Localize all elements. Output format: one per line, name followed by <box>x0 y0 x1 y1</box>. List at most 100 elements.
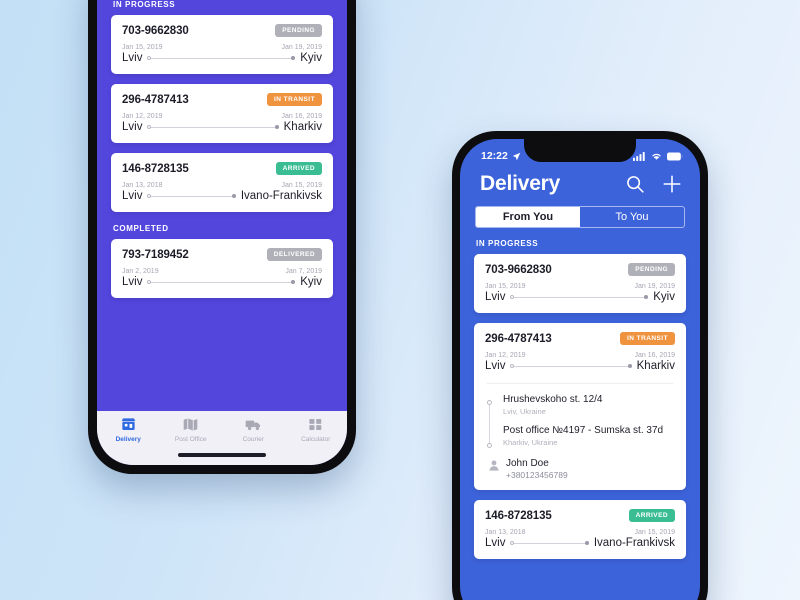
right-tab-to-you[interactable]: To You <box>580 207 684 227</box>
tracking-number: 703-9662830 <box>122 24 189 37</box>
left-section-label-completed: COMPLETED <box>113 224 169 233</box>
date-to: Jan 16, 2019 <box>634 352 675 359</box>
card-route: Lviv Kharkiv <box>122 121 322 133</box>
route-destination-dot-icon <box>291 56 296 60</box>
timeline-connector <box>489 402 490 446</box>
date-from: Jan 15, 2019 <box>122 44 163 51</box>
plus-icon[interactable] <box>662 174 682 194</box>
dropoff-address-block: Post office №4197 - Sumska st. 37d Khark… <box>503 425 675 447</box>
card-route: Lviv Kyiv <box>485 291 675 303</box>
card-dates: Jan 12, 2019 Jan 16, 2019 <box>485 352 675 359</box>
destination-city: Ivano-Frankivsk <box>240 190 322 202</box>
shipment-card[interactable]: 296-4787413 IN TRANSIT Jan 12, 2019 Jan … <box>111 84 333 143</box>
card-route: Lviv Ivano-Frankivsk <box>485 537 675 549</box>
card-dates: Jan 15, 2019 Jan 19, 2019 <box>485 283 675 290</box>
pickup-city: Lviv, Ukraine <box>503 407 546 416</box>
date-from: Jan 12, 2019 <box>485 352 526 359</box>
tracking-number: 296-4787413 <box>122 93 189 106</box>
right-section-label-in-progress: IN PROGRESS <box>476 239 539 248</box>
status-bar-time: 12:22 <box>481 150 508 162</box>
date-to: Jan 15, 2019 <box>281 182 322 189</box>
left-phone-mockup: From You To You IN PROGRESS 703-9662830 … <box>88 0 356 474</box>
search-icon[interactable] <box>625 174 645 194</box>
tabbar-item-post-office[interactable]: Post Office <box>160 417 223 465</box>
shipment-card[interactable]: 703-9662830 PENDING Jan 15, 2019 Jan 19,… <box>474 254 686 313</box>
tracking-number: 296-4787413 <box>485 332 552 345</box>
recipient-name: John Doe <box>506 458 549 469</box>
route-origin-dot-icon <box>147 280 152 284</box>
date-to: Jan 19, 2019 <box>281 44 322 51</box>
status-badge: IN TRANSIT <box>620 332 675 345</box>
date-from: Jan 12, 2019 <box>122 113 163 120</box>
date-to: Jan 16, 2019 <box>281 113 322 120</box>
shipment-card[interactable]: 146-8728135 ARRIVED Jan 13, 2018 Jan 15,… <box>111 153 333 212</box>
card-route: Lviv Ivano-Frankivsk <box>122 190 322 202</box>
right-segmented-control[interactable]: From You To You <box>475 206 685 228</box>
date-to: Jan 7, 2019 <box>285 268 322 275</box>
date-from: Jan 13, 2018 <box>122 182 163 189</box>
card-header: 703-9662830 PENDING <box>122 24 322 37</box>
route-origin-dot-icon <box>510 364 515 368</box>
location-arrow-icon <box>512 152 521 160</box>
card-header: 793-7189452 DELIVERED <box>122 248 322 261</box>
route-line <box>510 293 649 302</box>
route-origin-dot-icon <box>147 125 152 129</box>
tabbar-item-delivery[interactable]: Delivery <box>97 417 160 465</box>
status-badge: IN TRANSIT <box>267 93 322 106</box>
shipment-card[interactable]: 793-7189452 DELIVERED Jan 2, 2019 Jan 7,… <box>111 239 333 298</box>
recipient-phone: +380123456789 <box>506 470 568 480</box>
left-bottom-tabbar[interactable]: Delivery Post Office Courier Calculator <box>97 411 347 465</box>
shipment-card[interactable]: 146-8728135 ARRIVED Jan 13, 2018 Jan 15,… <box>474 500 686 559</box>
origin-city: Lviv <box>122 276 143 288</box>
recipient-block: John Doe +380123456789 <box>485 456 675 480</box>
left-shipment-list[interactable]: 703-9662830 PENDING Jan 15, 2019 Jan 19,… <box>97 15 347 212</box>
dropoff-city: Kharkiv, Ukraine <box>503 438 558 447</box>
destination-city: Kyiv <box>300 276 322 288</box>
tracking-number: 146-8728135 <box>485 509 552 522</box>
dropoff-address: Post office №4197 - Sumska st. 37d <box>503 425 664 436</box>
right-phone-mockup: 12:22 Delivery From You To You IN PROGRE… <box>452 131 708 600</box>
tabbar-item-calculator[interactable]: Calculator <box>285 417 348 465</box>
left-completed-list[interactable]: 793-7189452 DELIVERED Jan 2, 2019 Jan 7,… <box>97 239 347 298</box>
shipment-detail-timeline: Hrushevskoho st. 12/4 Lviv, Ukraine Post… <box>485 384 675 448</box>
shipment-card[interactable]: 703-9662830 PENDING Jan 15, 2019 Jan 19,… <box>111 15 333 74</box>
card-route: Lviv Kyiv <box>122 52 322 64</box>
route-destination-dot-icon <box>627 364 632 368</box>
phone-notch <box>524 139 636 162</box>
status-badge: DELIVERED <box>266 248 322 261</box>
header-actions <box>625 174 682 194</box>
grid-icon <box>309 419 322 430</box>
pickup-address: Hrushevskoho st. 12/4 <box>503 394 603 405</box>
tracking-number: 146-8728135 <box>122 162 189 175</box>
app-header: Delivery <box>460 169 700 198</box>
tracking-number: 793-7189452 <box>122 248 189 261</box>
shipment-card-expanded[interactable]: 296-4787413 IN TRANSIT Jan 12, 2019 Jan … <box>474 323 686 490</box>
card-dates: Jan 13, 2018 Jan 15, 2019 <box>122 182 322 189</box>
timeline-dropoff-dot-icon <box>486 443 492 448</box>
date-from: Jan 2, 2019 <box>122 268 159 275</box>
destination-city: Kharkiv <box>283 121 322 133</box>
route-origin-dot-icon <box>510 541 515 545</box>
card-dates: Jan 13, 2018 Jan 15, 2019 <box>485 529 675 536</box>
left-section-label-in-progress: IN PROGRESS <box>113 0 176 9</box>
route-line <box>147 54 296 63</box>
date-to: Jan 15, 2019 <box>634 529 675 536</box>
route-destination-dot-icon <box>274 125 279 129</box>
tracking-number: 703-9662830 <box>485 263 552 276</box>
date-from: Jan 13, 2018 <box>485 529 526 536</box>
tabbar-item-courier[interactable]: Courier <box>222 417 285 465</box>
person-icon <box>489 460 499 471</box>
card-header: 703-9662830 PENDING <box>485 263 675 276</box>
card-route: Lviv Kharkiv <box>485 360 675 372</box>
right-tab-from-you[interactable]: From You <box>476 207 580 227</box>
origin-city: Lviv <box>485 360 506 372</box>
truck-icon <box>245 420 260 431</box>
recipient-info: John Doe +380123456789 <box>506 458 568 480</box>
card-header: 296-4787413 IN TRANSIT <box>485 332 675 345</box>
origin-city: Lviv <box>122 190 143 202</box>
right-shipment-list[interactable]: 703-9662830 PENDING Jan 15, 2019 Jan 19,… <box>460 254 700 559</box>
left-phone-screen: From You To You IN PROGRESS 703-9662830 … <box>97 0 347 465</box>
status-badge: ARRIVED <box>628 509 675 522</box>
route-destination-dot-icon <box>291 280 296 284</box>
card-header: 146-8728135 ARRIVED <box>122 162 322 175</box>
